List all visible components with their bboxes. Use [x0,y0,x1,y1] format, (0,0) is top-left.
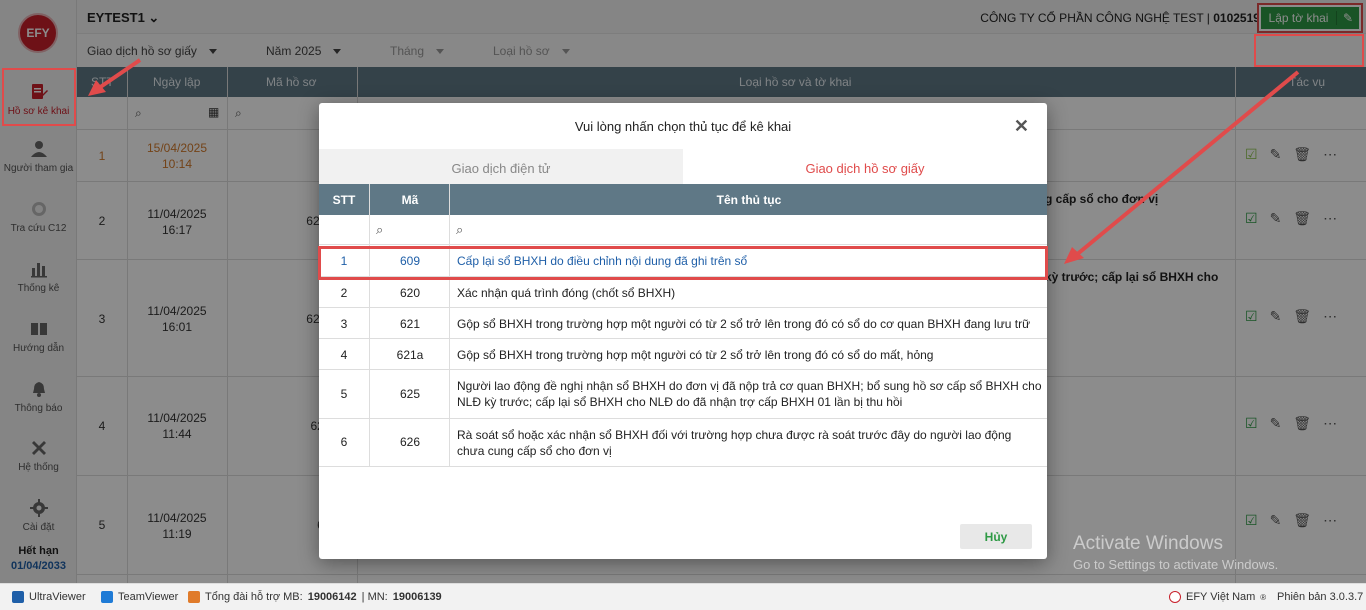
procedure-stt: 2 [340,286,348,300]
version-label: Phiên bản 3.0.3.7 [1277,591,1364,603]
teamviewer-label: TeamViewer [118,591,179,603]
procedure-name: Người lao động đề nghị nhận sổ BHXH do đ… [457,379,1042,409]
procedure-name: Rà soát sổ hoặc xác nhận sổ BHXH đối với… [457,428,1012,458]
highlight-create-button [1254,34,1364,67]
phone-icon [188,591,200,603]
ultraviewer-label: UltraViewer [29,591,86,603]
col-stt: STT [332,193,356,207]
procedure-name: Gộp sổ BHXH trong trường hợp một người c… [457,317,1031,331]
dialog-title: Vui lòng nhấn chọn thủ tục để kê khai [574,119,792,134]
procedure-row[interactable]: 6 626 Rà soát sổ hoặc xác nhận sổ BHXH đ… [319,419,1047,467]
col-name: Tên thủ tục [716,193,782,207]
ultraviewer-icon [12,591,24,603]
registered-mark: ® [1260,592,1267,602]
procedure-code: 626 [399,435,421,449]
procedure-stt: 6 [340,435,348,449]
highlight-sidebar [2,68,76,126]
tab-electronic[interactable]: Giao dịch điện tử [319,149,683,184]
footer: UltraViewer TeamViewer Tổng đài hỗ trợ M… [0,583,1366,610]
highlight-selected-row [318,246,1048,280]
procedure-code: 621 [399,317,421,331]
col-code: Mã [401,193,419,207]
procedure-stt: 3 [340,317,348,331]
procedure-row[interactable]: 5 625 Người lao động đề nghị nhận sổ BHX… [319,370,1047,419]
procedure-code: 620 [399,286,421,300]
procedure-name: Xác nhận quá trình đóng (chốt sổ BHXH) [457,286,676,300]
brand-label: EFY Việt Nam [1186,591,1256,603]
procedure-stt: 5 [340,387,348,401]
tab-paper[interactable]: Giao dịch hồ sơ giấy [683,149,1047,184]
efy-brand-icon [1169,591,1181,603]
procedure-code: 625 [399,387,421,401]
search-icon[interactable]: ⌕ [456,222,463,238]
ultraviewer-link[interactable]: UltraViewer [12,591,86,603]
hotline-mb: 19006142 [307,591,357,603]
teamviewer-icon [101,591,113,603]
select-procedure-dialog: Vui lòng nhấn chọn thủ tục để kê khai ✕ … [318,103,1048,559]
hotline-separator: | MN: [361,591,388,603]
table-divider [449,184,450,467]
procedure-code: 621a [396,348,424,362]
procedure-filter-row: ⌕ ⌕ [319,215,1047,245]
procedure-name: Gộp sổ BHXH trong trường hợp một người c… [457,348,934,362]
windows-watermark-title: Activate Windows [1073,533,1223,554]
procedure-row[interactable]: 3 621 Gộp sổ BHXH trong trường hợp một n… [319,308,1047,339]
search-icon[interactable]: ⌕ [376,222,383,238]
hotline: Tổng đài hỗ trợ MB: 19006142 | MN: 19006139 [188,591,442,603]
procedure-row[interactable]: 2 620 Xác nhận quá trình đóng (chốt sổ B… [319,277,1047,308]
brand: EFY Việt Nam ® [1169,591,1266,603]
procedure-row[interactable]: 4 621a Gộp sổ BHXH trong trường hợp một … [319,339,1047,370]
table-divider [369,184,370,467]
dialog-tabs: Giao dịch điện tử Giao dịch hồ sơ giấy [319,149,1047,184]
hotline-mn: 19006139 [392,591,442,603]
close-icon[interactable]: ✕ [1014,116,1029,137]
teamviewer-link[interactable]: TeamViewer [101,591,178,603]
procedure-stt: 4 [340,348,348,362]
hotline-label: Tổng đài hỗ trợ MB: [205,591,303,603]
procedure-table-header: STT Mã Tên thủ tục [319,184,1047,215]
windows-watermark-subtitle: Go to Settings to activate Windows. [1073,557,1279,572]
cancel-button[interactable]: Hủy [960,524,1032,549]
